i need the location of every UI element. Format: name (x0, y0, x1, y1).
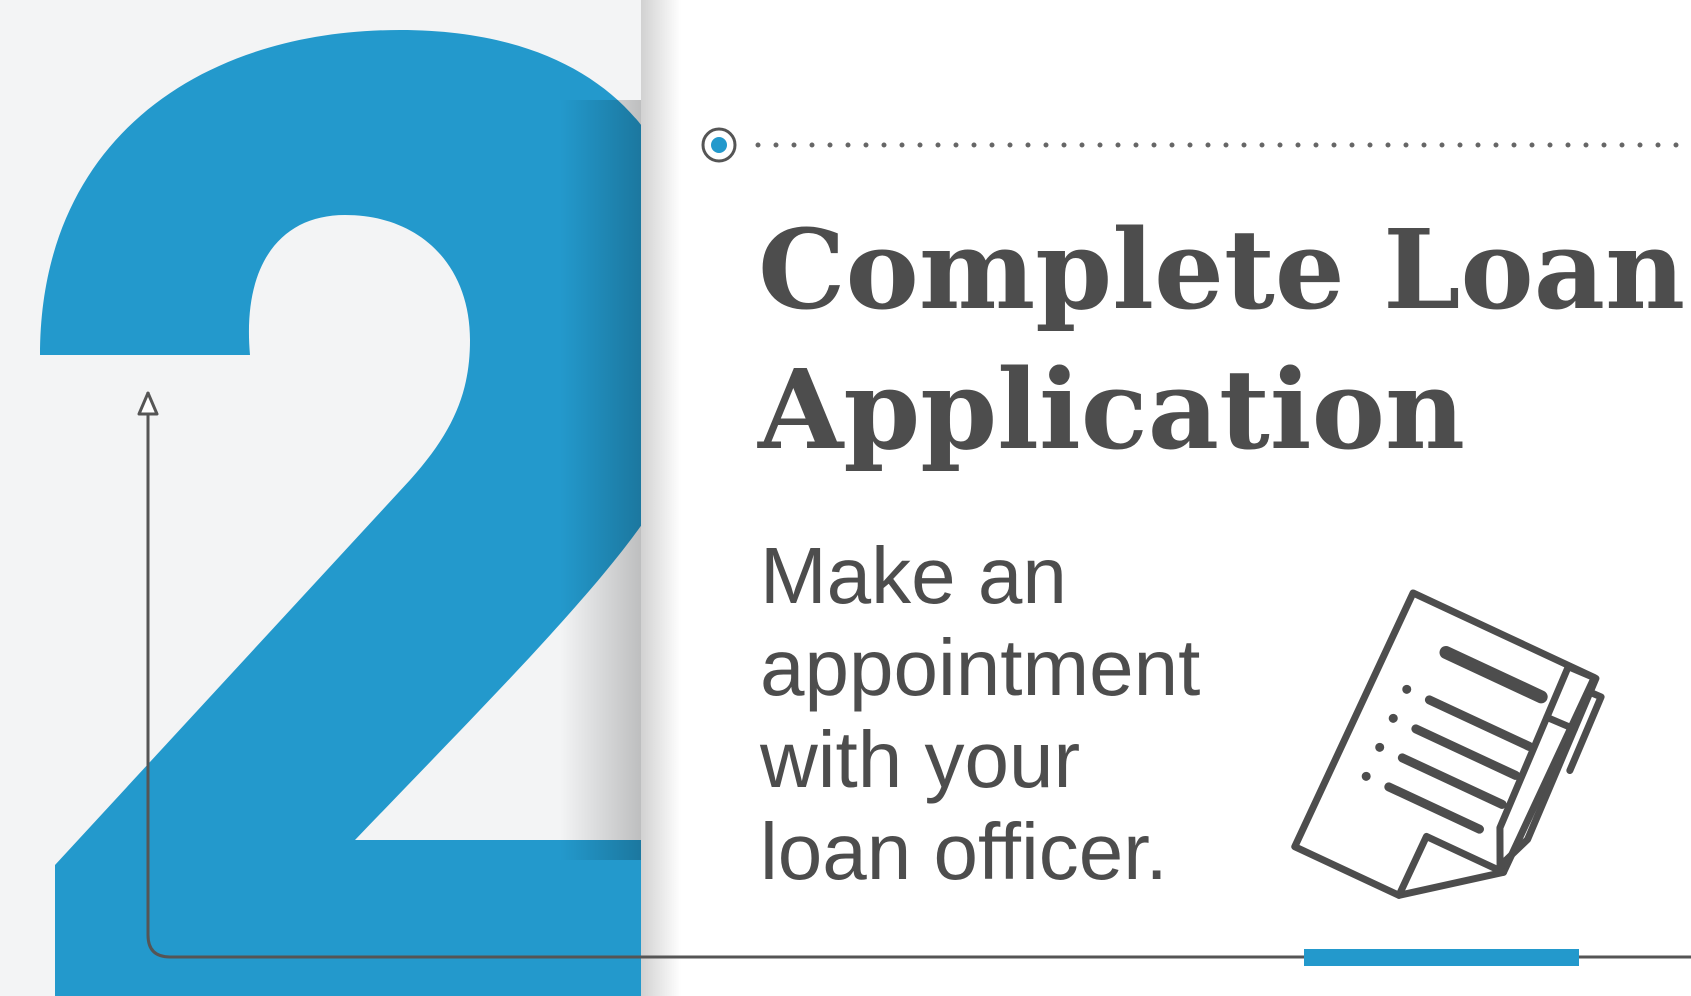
step-description-line-3: with your (760, 715, 1081, 804)
card-edge-shadow (641, 0, 681, 996)
step-description-line-1: Make an (760, 531, 1067, 620)
step-number-graphic (40, 30, 641, 996)
step-description-line-4: loan officer. (760, 807, 1168, 896)
step-title: Complete Loan Application (758, 200, 1686, 480)
step-title-line-2: Application (758, 345, 1465, 474)
timeline-marker-dot (711, 137, 727, 153)
number-two-shape (40, 30, 641, 996)
step-description-line-2: appointment (760, 623, 1201, 712)
arrow-up-icon (137, 391, 159, 416)
fold-shadow (560, 100, 641, 860)
step-description: Make an appointment with your loan offic… (760, 530, 1320, 898)
step-title-line-1: Complete Loan (758, 205, 1686, 334)
accent-underline (1304, 949, 1579, 966)
step-card: Complete Loan Application Make an appoin… (0, 0, 1691, 996)
